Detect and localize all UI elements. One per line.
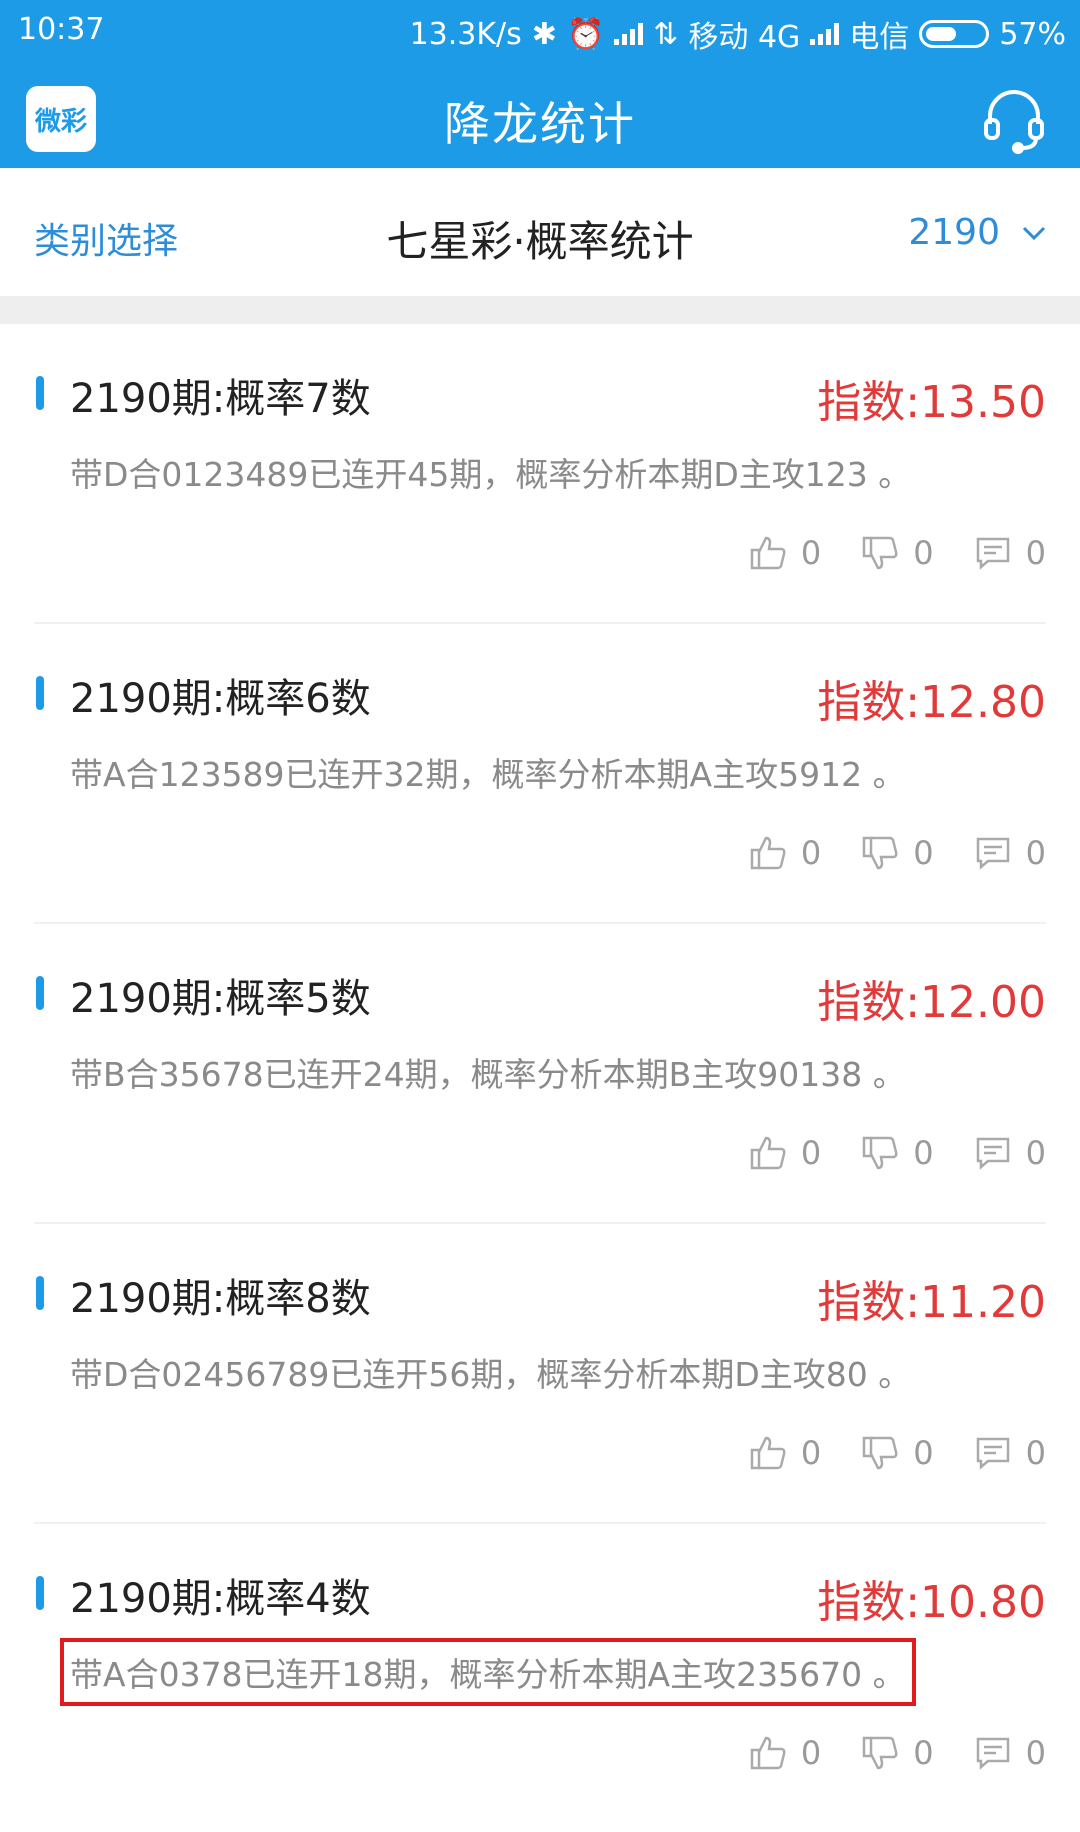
dislike-button[interactable]: 0 — [861, 534, 934, 572]
network-speed: 13.3K/s — [409, 16, 522, 52]
item-actions: 0 0 0 — [749, 1134, 1046, 1172]
like-button[interactable]: 0 — [749, 1434, 821, 1472]
app-bar: 微彩 降龙统计 — [0, 62, 1080, 168]
battery-percent: 57% — [999, 16, 1066, 52]
accent-bar — [36, 376, 44, 410]
item-description-highlighted: 带A合0378已连开18期，概率分析本期A主攻235670 。 — [60, 1638, 916, 1706]
like-button[interactable]: 0 — [749, 534, 821, 572]
issue-selector[interactable]: 2190 — [908, 212, 1046, 253]
like-count: 0 — [800, 834, 822, 872]
thumbs-up-icon — [750, 1436, 786, 1470]
comment-button[interactable]: 0 — [974, 834, 1046, 872]
comment-count: 0 — [1025, 534, 1046, 572]
dislike-button[interactable]: 0 — [861, 834, 934, 872]
accent-bar — [36, 1276, 44, 1310]
accent-bar — [36, 976, 44, 1010]
thumbs-up-icon — [750, 536, 786, 570]
item-index: 指数:10.80 — [817, 1577, 1046, 1628]
chevron-down-icon — [1022, 226, 1046, 240]
thumbs-up-icon — [750, 1136, 786, 1170]
item-title: 2190期:概率8数 — [70, 1276, 371, 1322]
dislike-button[interactable]: 0 — [861, 1734, 934, 1772]
comment-icon — [976, 1737, 1009, 1770]
list-item[interactable]: 2190期:概率6数 指数:12.80 带A合123589已连开32期，概率分析… — [0, 624, 1080, 924]
dislike-button[interactable]: 0 — [861, 1434, 934, 1472]
like-count: 0 — [800, 1434, 822, 1472]
status-time: 10:37 — [18, 12, 105, 47]
item-description: 带B合35678已连开24期，概率分析本期B主攻90138 。 — [70, 1055, 906, 1094]
dislike-count: 0 — [913, 534, 934, 572]
dislike-count: 0 — [913, 1734, 934, 1772]
bluetooth-icon: ✱ — [531, 16, 557, 52]
comment-button[interactable]: 0 — [974, 1434, 1046, 1472]
item-description: 带D合02456789已连开56期，概率分析本期D主攻80 。 — [70, 1355, 912, 1394]
like-count: 0 — [800, 1734, 822, 1772]
thumbs-down-icon — [863, 1736, 898, 1770]
dislike-count: 0 — [913, 1434, 934, 1472]
status-indicators: 13.3K/s ✱ ⏰ ⇅ 移动 4G 电信 57% — [410, 12, 1066, 56]
item-actions: 0 0 0 — [749, 834, 1046, 872]
data-transfer-icon: ⇅ — [653, 16, 679, 52]
list-item[interactable]: 2190期:概率8数 指数:11.20 带D合02456789已连开56期，概率… — [0, 1224, 1080, 1524]
list-item[interactable]: 2190期:概率5数 指数:12.00 带B合35678已连开24期，概率分析本… — [0, 924, 1080, 1224]
like-count: 0 — [800, 1134, 822, 1172]
item-index: 指数:11.20 — [817, 1277, 1046, 1328]
section-divider — [0, 296, 1080, 324]
item-index: 指数:13.50 — [817, 377, 1046, 428]
stats-list: 2190期:概率7数 指数:13.50 带D合0123489已连开45期，概率分… — [0, 324, 1080, 1824]
comment-count: 0 — [1025, 1134, 1046, 1172]
item-title: 2190期:概率6数 — [70, 676, 371, 722]
item-index: 指数:12.80 — [817, 677, 1046, 728]
comment-icon — [976, 1137, 1009, 1170]
comment-count: 0 — [1025, 1734, 1046, 1772]
alarm-icon: ⏰ — [566, 16, 605, 52]
thumbs-up-icon — [750, 1736, 786, 1770]
thumbs-down-icon — [863, 1436, 898, 1470]
accent-bar — [36, 1576, 44, 1610]
comment-icon — [976, 1437, 1009, 1470]
item-actions: 0 0 0 — [749, 1734, 1046, 1772]
item-actions: 0 0 0 — [749, 534, 1046, 572]
issue-number: 2190 — [908, 212, 1000, 253]
list-item[interactable]: 2190期:概率7数 指数:13.50 带D合0123489已连开45期，概率分… — [0, 324, 1080, 624]
item-title: 2190期:概率5数 — [70, 976, 371, 1022]
like-button[interactable]: 0 — [749, 1734, 821, 1772]
item-title: 2190期:概率7数 — [70, 376, 371, 422]
accent-bar — [36, 676, 44, 710]
comment-button[interactable]: 0 — [974, 1134, 1046, 1172]
item-actions: 0 0 0 — [749, 1434, 1046, 1472]
battery-icon — [919, 20, 990, 48]
dislike-button[interactable]: 0 — [861, 1134, 934, 1172]
like-button[interactable]: 0 — [749, 834, 821, 872]
item-index: 指数:12.00 — [817, 977, 1046, 1028]
comment-icon — [976, 537, 1009, 570]
dislike-count: 0 — [913, 1134, 934, 1172]
thumbs-up-icon — [750, 836, 786, 870]
item-title: 2190期:概率4数 — [70, 1576, 371, 1622]
comment-button[interactable]: 0 — [974, 534, 1046, 572]
carrier-2: 电信 — [849, 20, 910, 55]
list-item[interactable]: 2190期:概率4数 指数:10.80 带A合0378已连开18期，概率分析本期… — [0, 1524, 1080, 1824]
carrier-1: 移动 4G — [688, 20, 801, 55]
dislike-count: 0 — [913, 834, 934, 872]
comment-button[interactable]: 0 — [974, 1734, 1046, 1772]
thumbs-down-icon — [863, 536, 898, 570]
like-count: 0 — [800, 534, 822, 572]
filter-bar: 类别选择 七星彩·概率统计 2190 — [0, 168, 1080, 296]
signal-icon — [614, 23, 644, 45]
comment-icon — [976, 837, 1009, 870]
page-title: 降龙统计 — [444, 97, 636, 151]
thumbs-down-icon — [863, 1136, 898, 1170]
item-description: 带A合123589已连开32期，概率分析本期A主攻5912 。 — [70, 755, 906, 794]
item-description: 带D合0123489已连开45期，概率分析本期D主攻123 。 — [70, 455, 912, 494]
comment-count: 0 — [1025, 1434, 1046, 1472]
comment-count: 0 — [1025, 834, 1046, 872]
status-bar: 10:37 13.3K/s ✱ ⏰ ⇅ 移动 4G 电信 57% — [0, 0, 1080, 62]
like-button[interactable]: 0 — [749, 1134, 821, 1172]
signal-icon-2 — [810, 23, 840, 45]
headset-icon[interactable] — [978, 84, 1050, 156]
thumbs-down-icon — [863, 836, 898, 870]
